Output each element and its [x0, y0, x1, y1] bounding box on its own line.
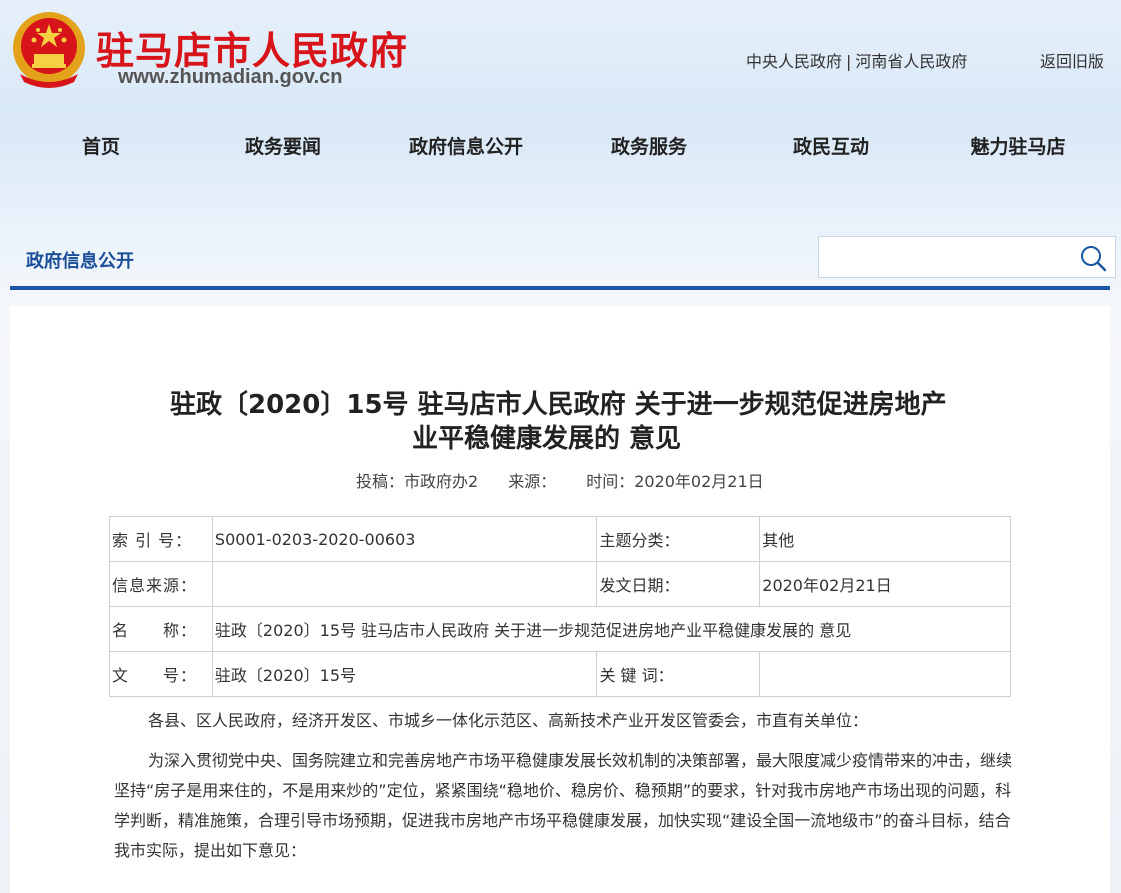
- issue-date-value: 2020年02月21日: [759, 561, 1011, 607]
- search-input[interactable]: [819, 237, 1069, 277]
- old-version-link[interactable]: 返回旧版: [1040, 48, 1104, 72]
- name-label: 名 称：: [109, 606, 213, 652]
- document-title: 驻政〔2020〕15号 驻马店市人民政府 关于进一步规范促进房地产 业平稳健康发…: [160, 388, 1020, 456]
- header-divider: [10, 286, 1110, 290]
- article-panel: 驻政〔2020〕15号 驻马店市人民政府 关于进一步规范促进房地产 业平稳健康发…: [10, 306, 1110, 893]
- site-header: 驻马店市人民政府 www.zhumadian.gov.cn 中央人民政府 | 河南省…: [0, 0, 1121, 290]
- doc-no-value: 驻政〔2020〕15号: [211, 651, 598, 697]
- origin-label: 信息来源：: [109, 561, 213, 607]
- doc-no-label: 文 号：: [109, 651, 213, 697]
- main-nav: 首页 政务要闻 政府信息公开 政务服务 政民互动 魅力驻马店: [0, 132, 1121, 162]
- document-title-line1: 驻政〔2020〕15号 驻马店市人民政府 关于进一步规范促进房地产: [170, 390, 947, 420]
- nav-item-info-disclosure[interactable]: 政府信息公开: [409, 132, 523, 159]
- name-value: 驻政〔2020〕15号 驻马店市人民政府 关于进一步规范促进房地产业平稳健康发展…: [211, 606, 1012, 652]
- index-value: S0001-0203-2020-00603: [211, 516, 598, 562]
- nav-item-news[interactable]: 政务要闻: [245, 132, 321, 159]
- link-separator: |: [846, 52, 852, 71]
- issue-date-label: 发文日期：: [596, 561, 761, 607]
- addressee-paragraph: 各县、区人民政府，经济开发区、市城乡一体化示范区、高新技术产业开发区管委会，市直…: [148, 711, 869, 730]
- table-row: 名 称： 驻政〔2020〕15号 驻马店市人民政府 关于进一步规范促进房地产业平…: [109, 606, 1012, 652]
- nav-item-interaction[interactable]: 政民互动: [793, 132, 869, 159]
- nav-item-charm[interactable]: 魅力驻马店: [970, 132, 1065, 159]
- table-row: 信息来源： 发文日期： 2020年02月21日: [109, 561, 1011, 607]
- nav-item-services[interactable]: 政务服务: [611, 132, 687, 159]
- table-row: 文 号： 驻政〔2020〕15号 关 键 词：: [109, 651, 1011, 697]
- link-central-government[interactable]: 中央人民政府: [746, 52, 842, 71]
- document-info-table: 索 引 号： S0001-0203-2020-00603 主题分类： 其他 信息…: [109, 516, 1012, 697]
- index-label: 索 引 号：: [109, 516, 213, 562]
- top-links: 中央人民政府 | 河南省人民政府: [746, 48, 967, 72]
- origin-value: [211, 561, 598, 607]
- section-title[interactable]: 政府信息公开: [26, 247, 134, 273]
- nav-item-home[interactable]: 首页: [82, 132, 120, 159]
- body-paragraph: 为深入贯彻党中央、国务院建立和完善房地产市场平稳健康发展长效机制的决策部署，最大…: [114, 751, 1013, 860]
- meta-date: 时间：2020年02月21日: [586, 472, 764, 491]
- document-title-line2: 业平稳健康发展的 意见: [412, 424, 682, 454]
- site-url: www.zhumadian.gov.cn: [118, 66, 343, 88]
- category-value: 其他: [759, 516, 1011, 562]
- search-icon[interactable]: [1077, 242, 1109, 274]
- document-body: 各县、区人民政府，经济开发区、市城乡一体化示范区、高新技术产业开发区管委会，市直…: [114, 706, 1014, 866]
- national-emblem-icon[interactable]: [10, 10, 88, 90]
- keywords-label: 关 键 词：: [596, 651, 761, 697]
- meta-author: 投稿：市政府办2: [356, 472, 479, 491]
- document-meta: 投稿：市政府办2 来源： 时间：2020年02月21日: [356, 468, 794, 492]
- meta-source: 来源：: [508, 472, 557, 491]
- search-box: [818, 236, 1116, 278]
- keywords-value: [759, 651, 1011, 697]
- link-henan-government[interactable]: 河南省人民政府: [855, 52, 967, 71]
- table-row: 索 引 号： S0001-0203-2020-00603 主题分类： 其他: [109, 516, 1011, 562]
- category-label: 主题分类：: [596, 516, 761, 562]
